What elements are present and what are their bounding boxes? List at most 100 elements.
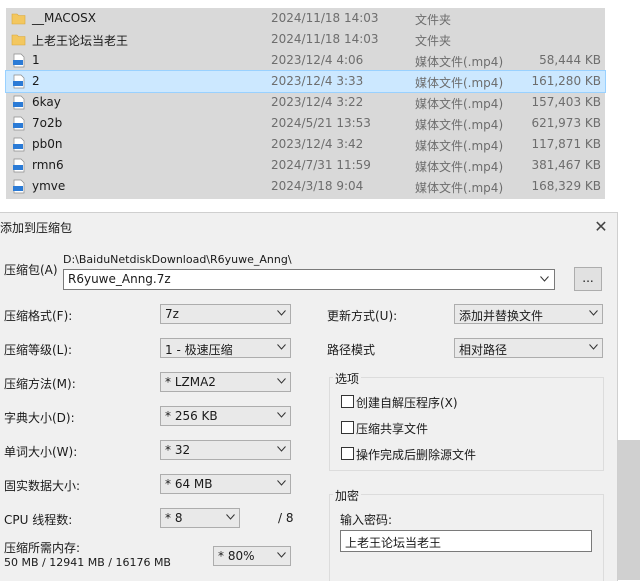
mp4-file-icon xyxy=(13,53,25,68)
file-date: 2023/12/4 3:33 xyxy=(271,74,364,88)
add-to-archive-dialog: 添加到压缩包 ✕ 压缩包(A) D:\BaiduNetdiskDownload\… xyxy=(0,212,618,581)
file-size: 157,403 KB xyxy=(531,95,601,109)
mp4-file-icon xyxy=(13,95,25,110)
update-select[interactable]: 添加并替换文件 xyxy=(454,304,603,324)
file-row[interactable]: __MACOSX 2024/11/18 14:03 文件夹 xyxy=(6,8,605,29)
sfx-label[interactable]: 创建自解压程序(X) xyxy=(356,394,458,411)
mp4-file-icon xyxy=(13,179,25,194)
word-select[interactable]: * 32 xyxy=(160,440,291,460)
mp4-file-icon xyxy=(13,74,25,89)
dict-label: 字典大小(D): xyxy=(4,411,75,425)
file-date: 2024/11/18 14:03 xyxy=(271,32,379,46)
file-date: 2024/3/18 9:04 xyxy=(271,179,364,193)
dict-value: * 256 KB xyxy=(165,409,218,423)
path-mode-label: 路径模式 xyxy=(327,343,376,357)
file-row[interactable]: 6kay 2023/12/4 3:22 媒体文件(.mp4) 157,403 KB xyxy=(6,92,605,113)
encryption-title: 加密 xyxy=(333,487,362,504)
word-value: * 32 xyxy=(165,443,191,457)
file-name: 7o2b xyxy=(32,116,63,130)
file-type: 媒体文件(.mp4) xyxy=(415,160,504,174)
chevron-down-icon xyxy=(277,378,286,384)
archive-name-combo[interactable]: R6yuwe_Anng.7z xyxy=(63,269,555,290)
level-label: 压缩等级(L): xyxy=(4,343,73,357)
file-row[interactable]: ymve 2024/3/18 9:04 媒体文件(.mp4) 168,329 KB xyxy=(6,176,605,197)
format-label: 压缩格式(F): xyxy=(4,309,73,323)
path-mode-value: 相对路径 xyxy=(459,343,508,357)
file-name: pb0n xyxy=(32,137,63,151)
browse-button[interactable]: ... xyxy=(574,267,602,291)
file-type: 文件夹 xyxy=(415,34,452,48)
method-select[interactable]: * LZMA2 xyxy=(160,372,291,392)
file-size: 381,467 KB xyxy=(531,158,601,172)
file-name: ymve xyxy=(32,179,66,193)
file-date: 2023/12/4 3:42 xyxy=(271,137,364,151)
dialog-title: 添加到压缩包 xyxy=(0,221,73,235)
file-row[interactable]: 上老王论坛当老王 2024/11/18 14:03 文件夹 xyxy=(6,29,605,50)
chevron-down-icon xyxy=(277,446,286,452)
shared-files-label[interactable]: 压缩共享文件 xyxy=(356,420,428,437)
chevron-down-icon xyxy=(277,552,286,558)
chevron-down-icon xyxy=(277,310,286,316)
file-date: 2024/7/31 11:59 xyxy=(271,158,371,172)
file-name: __MACOSX xyxy=(32,11,97,25)
options-title: 选项 xyxy=(333,370,362,387)
file-date: 2023/12/4 4:06 xyxy=(271,53,364,67)
chevron-down-icon xyxy=(589,344,598,350)
file-type: 媒体文件(.mp4) xyxy=(415,118,504,132)
file-date: 2024/11/18 14:03 xyxy=(271,11,379,25)
file-type: 媒体文件(.mp4) xyxy=(415,97,504,111)
file-type: 媒体文件(.mp4) xyxy=(415,139,504,153)
memory-select[interactable]: * 80% xyxy=(213,546,291,566)
file-row[interactable]: 2 2023/12/4 3:33 媒体文件(.mp4) 161,280 KB xyxy=(5,70,606,93)
file-size: 117,871 KB xyxy=(531,137,601,151)
threads-max: / 8 xyxy=(278,511,294,525)
file-row[interactable]: pb0n 2023/12/4 3:42 媒体文件(.mp4) 117,871 KB xyxy=(6,134,605,155)
mp4-file-icon xyxy=(13,158,25,173)
shared-files-checkbox[interactable] xyxy=(341,421,354,434)
mp4-file-icon xyxy=(13,116,25,131)
file-size: 168,329 KB xyxy=(531,179,601,193)
mp4-file-icon xyxy=(13,137,25,152)
threads-select[interactable]: * 8 xyxy=(160,508,240,528)
chevron-down-icon xyxy=(277,480,286,486)
file-row[interactable]: 7o2b 2024/5/21 13:53 媒体文件(.mp4) 621,973 KB xyxy=(6,113,605,134)
memory-label: 压缩所需内存: xyxy=(4,541,81,555)
file-row[interactable]: rmn6 2024/7/31 11:59 媒体文件(.mp4) 381,467 KB xyxy=(6,155,605,176)
solid-value: * 64 MB xyxy=(165,477,213,491)
memory-info: 50 MB / 12941 MB / 16176 MB xyxy=(4,556,171,569)
file-name: 上老王论坛当老王 xyxy=(32,34,129,48)
file-date: 2024/5/21 13:53 xyxy=(271,116,371,130)
close-icon[interactable]: ✕ xyxy=(588,215,614,239)
level-select[interactable]: 1 - 极速压缩 xyxy=(160,338,291,358)
solid-select[interactable]: * 64 MB xyxy=(160,474,291,494)
folder-icon xyxy=(11,13,26,25)
sfx-checkbox[interactable] xyxy=(341,395,354,408)
chevron-down-icon xyxy=(226,514,235,520)
dict-select[interactable]: * 256 KB xyxy=(160,406,291,426)
update-label: 更新方式(U): xyxy=(327,309,398,323)
file-row[interactable]: 1 2023/12/4 4:06 媒体文件(.mp4) 58,444 KB xyxy=(6,50,605,71)
format-select[interactable]: 7z xyxy=(160,304,291,324)
threads-value: * 8 xyxy=(165,511,183,525)
chevron-down-icon xyxy=(277,344,286,350)
password-input[interactable]: 上老王论坛当老王 xyxy=(340,530,592,552)
file-size: 621,973 KB xyxy=(531,116,601,130)
file-type: 文件夹 xyxy=(415,13,452,27)
file-date: 2023/12/4 3:22 xyxy=(271,95,364,109)
password-value: 上老王论坛当老王 xyxy=(345,536,442,550)
method-value: * LZMA2 xyxy=(165,375,216,389)
file-type: 媒体文件(.mp4) xyxy=(415,55,504,69)
threads-label: CPU 线程数: xyxy=(4,513,73,527)
file-size: 161,280 KB xyxy=(531,74,601,88)
memory-value: * 80% xyxy=(218,549,255,563)
file-list: __MACOSX 2024/11/18 14:03 文件夹 上老王论坛当老王 2024/… xyxy=(5,8,606,199)
path-mode-select[interactable]: 相对路径 xyxy=(454,338,603,358)
chevron-down-icon xyxy=(277,412,286,418)
update-value: 添加并替换文件 xyxy=(459,309,544,323)
word-label: 单词大小(W): xyxy=(4,445,78,459)
delete-source-label[interactable]: 操作完成后删除源文件 xyxy=(356,446,476,463)
delete-source-checkbox[interactable] xyxy=(341,447,354,460)
file-name: 1 xyxy=(32,53,40,67)
folder-icon xyxy=(11,34,26,46)
password-label: 输入密码: xyxy=(340,513,393,527)
